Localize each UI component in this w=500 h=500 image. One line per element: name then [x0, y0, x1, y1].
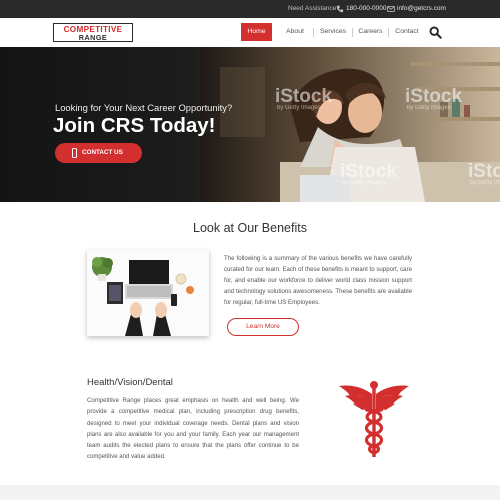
- watermark-text: iStock: [340, 161, 397, 182]
- nav-home[interactable]: Home: [241, 23, 272, 41]
- watermark-subtext: by Getty Images: [342, 180, 386, 186]
- watermark-text: iStock: [468, 161, 500, 182]
- watermark-text: iStock: [405, 86, 462, 107]
- benefits-title: Look at Our Benefits: [193, 221, 307, 235]
- hero-headline: Join CRS Today!: [53, 114, 216, 137]
- caduceus-icon: [339, 381, 409, 457]
- watermark-subtext: by Getty Images: [470, 180, 500, 186]
- hero-banner: iStock by Getty Images iStock by Getty I…: [0, 47, 500, 202]
- benefits-description: The following is a summary of the variou…: [224, 255, 412, 307]
- health-vision-dental-description: Competitive Range places great emphasis …: [87, 398, 299, 461]
- nav-careers[interactable]: Careers: [356, 23, 385, 41]
- nav-services[interactable]: Services: [317, 23, 349, 41]
- contact-us-button[interactable]: CONTACT US: [55, 143, 142, 163]
- mail-icon: [387, 6, 395, 12]
- health-vision-dental-title: Health/Vision/Dental: [87, 377, 173, 388]
- main-navbar: COMPETITIVE RANGE Home About Services Ca…: [0, 18, 500, 47]
- watermark-text: iStock: [275, 86, 332, 107]
- nav-about[interactable]: About: [280, 23, 310, 41]
- nav-contact[interactable]: Contact: [392, 23, 422, 41]
- assistance-label: Need Assistance?: [288, 5, 341, 12]
- desk-workspace-image: [87, 250, 209, 336]
- nav-divider: [388, 28, 389, 37]
- nav-divider: [313, 28, 314, 37]
- phone-link[interactable]: 180-000-0000: [346, 5, 386, 12]
- hero-couple-photo: iStock by Getty Images iStock by Getty I…: [200, 47, 500, 202]
- learn-more-button[interactable]: Learn More: [227, 318, 299, 336]
- top-utility-bar: Need Assistance? 180-000-0000 info@getcr…: [0, 0, 500, 18]
- search-icon[interactable]: [429, 26, 442, 39]
- phone-icon: [336, 5, 344, 13]
- email-link[interactable]: info@getcrs.com: [397, 5, 446, 12]
- mobile-phone-icon: [72, 148, 77, 158]
- logo-line-2: RANGE: [78, 33, 108, 42]
- footer-strip: [0, 485, 500, 500]
- watermark-subtext: by Getty Images: [277, 105, 321, 111]
- nav-divider: [352, 28, 353, 37]
- watermark-subtext: by Getty Images: [407, 105, 451, 111]
- contact-us-label: CONTACT US: [82, 149, 123, 156]
- logo[interactable]: COMPETITIVE RANGE: [53, 23, 133, 42]
- hero-kicker: Looking for Your Next Career Opportunity…: [55, 102, 233, 113]
